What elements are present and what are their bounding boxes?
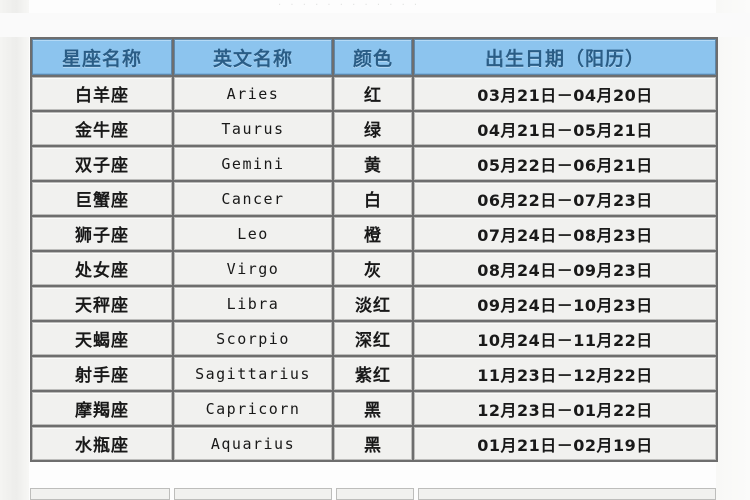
- cell-cn-name: 处女座: [32, 252, 172, 285]
- column-header-en-name: 英文名称: [174, 39, 332, 75]
- cell-cn-name: 巨蟹座: [32, 182, 172, 215]
- cell-en-name: Virgo: [174, 252, 332, 285]
- table-row: 白羊座 Aries 红 03月21日－04月20日: [32, 77, 716, 110]
- clipped-cell-date: [418, 488, 716, 500]
- table-header-row: 星座名称 英文名称 颜色 出生日期（阳历）: [32, 39, 716, 75]
- cell-color: 紫红: [334, 357, 412, 390]
- page-right-margin: [716, 0, 750, 500]
- cell-date: 04月21日－05月21日: [414, 112, 716, 145]
- cell-date: 06月22日－07月23日: [414, 182, 716, 215]
- clipped-bottom-row: [30, 488, 716, 500]
- cell-cn-name: 摩羯座: [32, 392, 172, 425]
- cell-date: 05月22日－06月21日: [414, 147, 716, 180]
- cell-en-name: Aquarius: [174, 427, 332, 460]
- cell-color: 白: [334, 182, 412, 215]
- cell-date: 08月24日－09月23日: [414, 252, 716, 285]
- clipped-cell-color: [336, 488, 414, 500]
- cell-color: 黄: [334, 147, 412, 180]
- cell-cn-name: 狮子座: [32, 217, 172, 250]
- cell-en-name: Cancer: [174, 182, 332, 215]
- scanned-page: · · · · · · · · · · · · 星座名称 英文名称 颜色 出生日…: [0, 0, 750, 500]
- table-row: 射手座 Sagittarius 紫红 11月23日－12月22日: [32, 357, 716, 390]
- table-header: 星座名称 英文名称 颜色 出生日期（阳历）: [32, 39, 716, 75]
- table-row: 巨蟹座 Cancer 白 06月22日－07月23日: [32, 182, 716, 215]
- cell-cn-name: 金牛座: [32, 112, 172, 145]
- column-header-date: 出生日期（阳历）: [414, 39, 716, 75]
- table-row: 双子座 Gemini 黄 05月22日－06月21日: [32, 147, 716, 180]
- page-left-margin: [0, 0, 29, 500]
- cell-en-name: Aries: [174, 77, 332, 110]
- table-row: 天秤座 Libra 淡红 09月24日－10月23日: [32, 287, 716, 320]
- cell-cn-name: 水瓶座: [32, 427, 172, 460]
- table-row: 水瓶座 Aquarius 黑 01月21日－02月19日: [32, 427, 716, 460]
- cell-color: 黑: [334, 427, 412, 460]
- cell-date: 01月21日－02月19日: [414, 427, 716, 460]
- cell-color: 绿: [334, 112, 412, 145]
- cell-date: 11月23日－12月22日: [414, 357, 716, 390]
- cell-date: 10月24日－11月22日: [414, 322, 716, 355]
- cell-color: 橙: [334, 217, 412, 250]
- clipped-top-text: · · · · · · · · · · · ·: [278, 0, 421, 11]
- cell-en-name: Libra: [174, 287, 332, 320]
- cell-en-name: Leo: [174, 217, 332, 250]
- table-body: 白羊座 Aries 红 03月21日－04月20日 金牛座 Taurus 绿 04月21日－0…: [32, 77, 716, 460]
- cell-color: 灰: [334, 252, 412, 285]
- zodiac-table: 星座名称 英文名称 颜色 出生日期（阳历） 白羊座 Aries 红 03月21日－04…: [30, 37, 718, 462]
- cell-en-name: Capricorn: [174, 392, 332, 425]
- cell-date: 03月21日－04月20日: [414, 77, 716, 110]
- cell-cn-name: 天秤座: [32, 287, 172, 320]
- column-header-cn-name: 星座名称: [32, 39, 172, 75]
- cell-en-name: Taurus: [174, 112, 332, 145]
- cell-color: 黑: [334, 392, 412, 425]
- cell-en-name: Sagittarius: [174, 357, 332, 390]
- column-header-color: 颜色: [334, 39, 412, 75]
- cell-cn-name: 白羊座: [32, 77, 172, 110]
- cell-color: 红: [334, 77, 412, 110]
- cell-en-name: Gemini: [174, 147, 332, 180]
- clipped-cell-cn-name: [30, 488, 170, 500]
- cell-color: 淡红: [334, 287, 412, 320]
- cell-date: 09月24日－10月23日: [414, 287, 716, 320]
- cell-date: 12月23日－01月22日: [414, 392, 716, 425]
- cell-cn-name: 射手座: [32, 357, 172, 390]
- table-row: 狮子座 Leo 橙 07月24日－08月23日: [32, 217, 716, 250]
- page-top-band: [0, 13, 750, 37]
- cell-en-name: Scorpio: [174, 322, 332, 355]
- table-row: 天蝎座 Scorpio 深红 10月24日－11月22日: [32, 322, 716, 355]
- cell-cn-name: 双子座: [32, 147, 172, 180]
- cell-color: 深红: [334, 322, 412, 355]
- cell-date: 07月24日－08月23日: [414, 217, 716, 250]
- zodiac-table-container: 星座名称 英文名称 颜色 出生日期（阳历） 白羊座 Aries 红 03月21日－04…: [30, 37, 718, 462]
- table-row: 摩羯座 Capricorn 黑 12月23日－01月22日: [32, 392, 716, 425]
- table-row: 金牛座 Taurus 绿 04月21日－05月21日: [32, 112, 716, 145]
- cell-cn-name: 天蝎座: [32, 322, 172, 355]
- clipped-cell-en-name: [174, 488, 332, 500]
- table-row: 处女座 Virgo 灰 08月24日－09月23日: [32, 252, 716, 285]
